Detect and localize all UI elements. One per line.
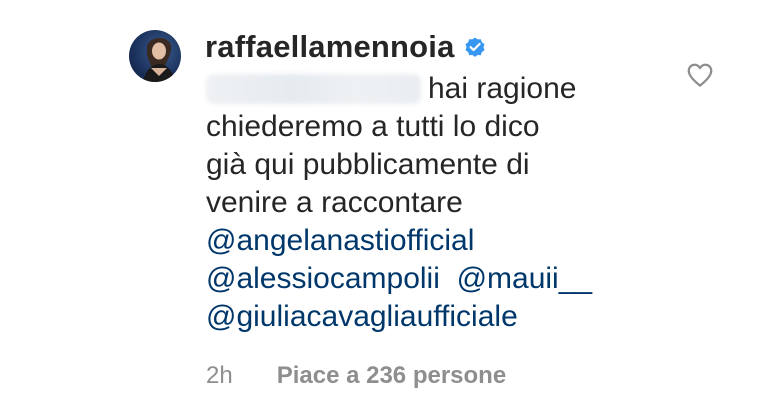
comment-meta: 2h Piace a 236 persone [206, 362, 506, 390]
mention-line: @angelanastiofficial [206, 222, 676, 260]
comment: raffaellamennoia hai ragione chiederemo … [0, 0, 767, 411]
comment-line: venire a raccontare [206, 186, 463, 219]
mention-line: @alessiocampolii @mauii__ [206, 260, 676, 298]
heart-outline-icon[interactable] [685, 60, 715, 90]
mention-line: @giuliacavagliaufficiale [206, 298, 676, 336]
avatar[interactable] [129, 30, 181, 82]
mention-link[interactable]: @giuliacavagliaufficiale [206, 300, 518, 333]
mention-link[interactable]: @mauii__ [457, 262, 593, 295]
comment-line: chiederemo a tutti lo dico [206, 110, 540, 143]
username[interactable]: raffaellamennoia [205, 29, 455, 65]
comment-line: già qui pubblicamente di [206, 148, 530, 181]
mention-link[interactable]: @alessiocampolii [206, 262, 440, 295]
mention-link[interactable]: @angelanastiofficial [206, 224, 474, 257]
username-row: raffaellamennoia [205, 27, 487, 67]
verified-badge-icon [465, 37, 485, 57]
comment-line: hai ragione [428, 72, 577, 105]
timestamp[interactable]: 2h [206, 362, 233, 390]
likes-count[interactable]: Piace a 236 persone [277, 362, 506, 390]
comment-text: hai ragione chiederemo a tutti lo dico g… [206, 70, 676, 336]
avatar-photo [143, 37, 175, 82]
